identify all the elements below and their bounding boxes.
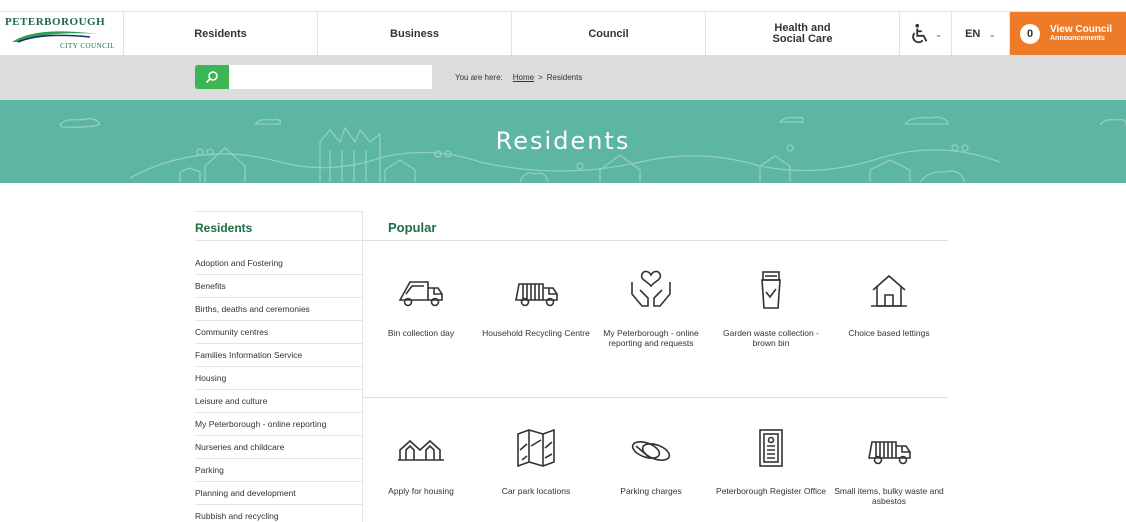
- nav-council[interactable]: Council: [512, 12, 706, 56]
- announcements-subtitle: Announcements: [1050, 35, 1105, 42]
- breadcrumb-current: Residents: [546, 73, 583, 82]
- nav-business[interactable]: Business: [318, 12, 512, 56]
- tile-small-items-bulky-waste[interactable]: Small items, bulky waste and asbestos: [834, 424, 944, 506]
- announcements-count-badge: 0: [1020, 24, 1040, 44]
- sidebar-item-families-information-service[interactable]: Families Information Service: [195, 344, 363, 367]
- tile-label: Garden waste collection - brown bin: [723, 328, 819, 348]
- chevron-down-icon: ⌄: [988, 28, 996, 39]
- sidebar-title: Residents: [195, 211, 363, 241]
- council-logo[interactable]: PETERBOROUGH CITY COUNCIL: [0, 12, 124, 56]
- tile-label: Household Recycling Centre: [482, 328, 590, 338]
- bin-lorry-icon: [398, 281, 443, 307]
- tile-parking-charges[interactable]: Parking charges: [596, 424, 706, 496]
- language-label: EN: [965, 27, 981, 40]
- wheelchair-icon: [911, 23, 927, 44]
- breadcrumb-separator: >: [538, 73, 543, 82]
- tile-apply-for-housing[interactable]: Apply for housing: [366, 424, 476, 496]
- tile-label: Small items, bulky waste and asbestos: [834, 486, 944, 506]
- nav-residents[interactable]: Residents: [124, 12, 318, 56]
- sidebar-item-births-deaths-ceremonies[interactable]: Births, deaths and ceremonies: [195, 298, 363, 321]
- tile-bin-collection-day[interactable]: Bin collection day: [366, 266, 476, 338]
- search-input[interactable]: [229, 65, 432, 89]
- sidebar-item-community-centres[interactable]: Community centres: [195, 321, 363, 344]
- accessibility-menu[interactable]: ⌄: [900, 12, 952, 56]
- tile-label: Choice based lettings: [848, 328, 930, 338]
- tile-label: My Peterborough - online reporting and r…: [603, 328, 699, 348]
- logo-title: PETERBOROUGH: [5, 16, 106, 28]
- top-navigation: PETERBOROUGH CITY COUNCIL Residents Busi…: [0, 11, 1126, 56]
- tile-label: Bin collection day: [387, 328, 455, 338]
- sidebar-item-benefits[interactable]: Benefits: [195, 275, 363, 298]
- announcements-title: View Council: [1050, 24, 1113, 35]
- tile-garden-waste-collection[interactable]: Garden waste collection - brown bin: [716, 266, 826, 348]
- bulky-waste-lorry-icon: [868, 441, 911, 465]
- tile-household-recycling-centre[interactable]: Household Recycling Centre: [481, 266, 591, 338]
- sidebar-item-planning-development[interactable]: Planning and development: [195, 482, 363, 505]
- sidebar-item-leisure-culture[interactable]: Leisure and culture: [195, 390, 363, 413]
- nav-health-social-care[interactable]: Health and Social Care: [706, 12, 900, 56]
- view-council-announcements-button[interactable]: 0 View Council Announcements: [1010, 12, 1126, 56]
- tile-label: Apply for housing: [388, 486, 454, 496]
- search-icon: [205, 71, 218, 84]
- sidebar-item-housing[interactable]: Housing: [195, 367, 363, 390]
- certificate-icon: [759, 429, 783, 467]
- chevron-down-icon: ⌄: [934, 28, 943, 39]
- sidebar-item-adoption-fostering[interactable]: Adoption and Fostering: [195, 252, 363, 275]
- tile-my-peterborough[interactable]: My Peterborough - online reporting and r…: [596, 266, 706, 348]
- logo-subtitle: CITY COUNCIL: [60, 42, 115, 50]
- tile-label: Car park locations: [501, 486, 571, 496]
- houses-icon: [398, 439, 444, 461]
- nav-health-social-care-label: Health and Social Care: [772, 22, 833, 45]
- sidebar-divider: [362, 211, 363, 522]
- hero-banner: Residents: [0, 100, 1126, 183]
- logo-swoosh-icon: [12, 31, 98, 43]
- tile-car-park-locations[interactable]: Car park locations: [481, 424, 591, 496]
- sidebar-item-nurseries-childcare[interactable]: Nurseries and childcare: [195, 436, 363, 459]
- sidebar-item-parking[interactable]: Parking: [195, 459, 363, 482]
- language-selector[interactable]: EN ⌄: [952, 12, 1010, 56]
- popular-row-divider: [363, 397, 948, 398]
- sidebar-item-my-peterborough[interactable]: My Peterborough - online reporting: [195, 413, 363, 436]
- page-title: Residents: [495, 127, 631, 155]
- tile-choice-based-lettings[interactable]: Choice based lettings: [834, 266, 944, 338]
- breadcrumb-home-link[interactable]: Home: [513, 73, 534, 82]
- hands-heart-icon: [631, 270, 671, 307]
- tile-peterborough-register-office[interactable]: Peterborough Register Office: [716, 424, 826, 496]
- sidebar: Residents Adoption and Fostering Benefit…: [195, 211, 363, 522]
- recycling-lorry-icon: [515, 283, 558, 307]
- popular-heading: Popular: [388, 220, 437, 235]
- garden-bin-icon: [761, 271, 781, 309]
- search-button[interactable]: [195, 65, 235, 89]
- search-strip: You are here: Home > Residents: [0, 55, 1126, 100]
- map-icon: [517, 428, 555, 468]
- coins-icon: [631, 441, 671, 461]
- breadcrumb-prefix: You are here:: [455, 73, 503, 82]
- breadcrumb: You are here: Home > Residents: [455, 73, 582, 82]
- tile-label: Peterborough Register Office: [716, 486, 826, 496]
- popular-divider: [363, 240, 948, 241]
- house-icon: [871, 274, 907, 307]
- tile-label: Parking charges: [620, 486, 682, 496]
- sidebar-item-rubbish-recycling[interactable]: Rubbish and recycling: [195, 505, 363, 522]
